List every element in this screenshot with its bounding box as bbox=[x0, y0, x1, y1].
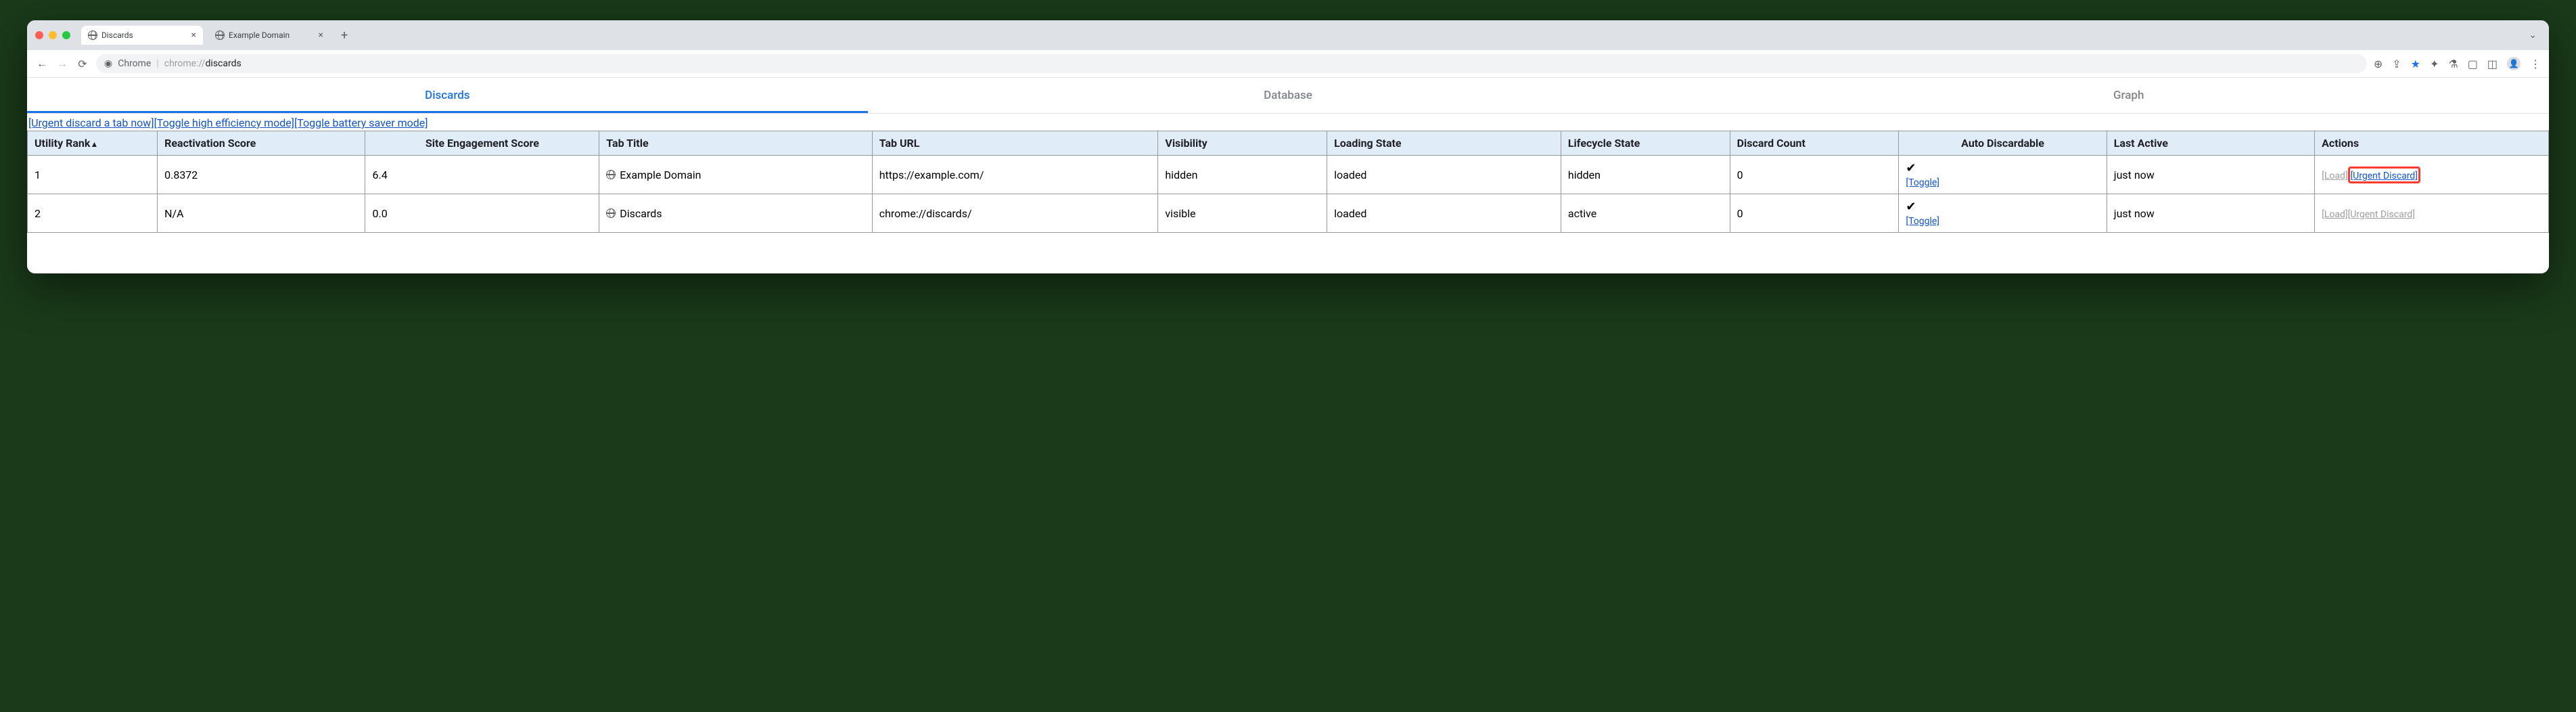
cell-visibility: visible bbox=[1158, 194, 1327, 233]
col-loading[interactable]: Loading State bbox=[1327, 131, 1561, 156]
cell-lifecycle: active bbox=[1561, 194, 1730, 233]
cell-rank: 1 bbox=[28, 156, 158, 194]
sidepanel-icon[interactable]: ◫ bbox=[2487, 58, 2498, 70]
col-tab-url[interactable]: Tab URL bbox=[872, 131, 1158, 156]
toggle-auto-discard-link[interactable]: [Toggle] bbox=[1906, 177, 1939, 188]
cell-actions: [Load][Urgent Discard] bbox=[2315, 194, 2549, 233]
table-row: 2 N/A 0.0 Discards chrome://discards/ vi… bbox=[28, 194, 2549, 233]
chromecast-icon[interactable]: ▢ bbox=[2468, 58, 2478, 70]
tab-title: Example Domain bbox=[229, 30, 290, 40]
cell-reactivation: 0.8372 bbox=[158, 156, 365, 194]
cell-tab-title: Example Domain bbox=[599, 156, 872, 194]
toggle-battery-saver-link[interactable]: [Toggle battery saver mode] bbox=[294, 116, 428, 129]
sort-asc-icon: ▲ bbox=[90, 139, 98, 149]
extensions-icon[interactable]: ✦ bbox=[2430, 58, 2439, 70]
chevron-down-icon[interactable]: ⌄ bbox=[2529, 30, 2541, 41]
kebab-menu-icon[interactable]: ⋮ bbox=[2530, 58, 2541, 70]
col-lifecycle[interactable]: Lifecycle State bbox=[1561, 131, 1730, 156]
browser-window: Discards × Example Domain × + ⌄ ← → ⟳ ◉ … bbox=[27, 20, 2549, 273]
new-tab-button[interactable]: + bbox=[336, 28, 353, 43]
globe-icon bbox=[215, 30, 225, 40]
urgent-discard-now-link[interactable]: [Urgent discard a tab now] bbox=[28, 116, 154, 129]
urgent-discard-highlight: [Urgent Discard] bbox=[2348, 166, 2420, 183]
table-row: 1 0.8372 6.4 Example Domain https://exam… bbox=[28, 156, 2549, 194]
labs-icon[interactable]: ⚗ bbox=[2448, 58, 2458, 70]
toolbar-icons: ⊕ ⇪ ★ ✦ ⚗ ▢ ◫ 👤 ⋮ bbox=[2374, 57, 2541, 70]
traffic-lights bbox=[35, 31, 70, 39]
tab-graph[interactable]: Graph bbox=[1708, 78, 2549, 113]
toolbar: ← → ⟳ ◉ Chrome | chrome://discards ⊕ ⇪ ★… bbox=[27, 50, 2549, 78]
browser-tab-discards[interactable]: Discards × bbox=[81, 26, 203, 45]
cell-loading: loaded bbox=[1327, 156, 1561, 194]
globe-icon bbox=[606, 170, 616, 179]
cell-auto-discard: ✔ [Toggle] bbox=[1899, 194, 2107, 233]
cell-loading: loaded bbox=[1327, 194, 1561, 233]
chrome-icon: ◉ bbox=[104, 58, 112, 69]
close-tab-button[interactable]: × bbox=[191, 30, 196, 41]
col-auto-discard[interactable]: Auto Discardable bbox=[1899, 131, 2107, 156]
maximize-window-button[interactable] bbox=[62, 31, 70, 39]
cell-auto-discard: ✔ [Toggle] bbox=[1899, 156, 2107, 194]
cell-engagement: 0.0 bbox=[365, 194, 599, 233]
discards-table: Utility Rank▲ Reactivation Score Site En… bbox=[27, 131, 2549, 233]
col-visibility[interactable]: Visibility bbox=[1158, 131, 1327, 156]
cell-reactivation: N/A bbox=[158, 194, 365, 233]
toggle-high-efficiency-link[interactable]: [Toggle high efficiency mode] bbox=[154, 116, 294, 129]
titlebar: Discards × Example Domain × + ⌄ bbox=[27, 20, 2549, 50]
cell-engagement: 6.4 bbox=[365, 156, 599, 194]
cell-rank: 2 bbox=[28, 194, 158, 233]
forward-button[interactable]: → bbox=[55, 57, 69, 70]
globe-icon bbox=[606, 208, 616, 218]
col-tab-title[interactable]: Tab Title bbox=[599, 131, 872, 156]
load-action-link[interactable]: [Load] bbox=[2322, 171, 2347, 181]
cell-lifecycle: hidden bbox=[1561, 156, 1730, 194]
col-utility-rank[interactable]: Utility Rank▲ bbox=[28, 131, 158, 156]
cell-last-active: just now bbox=[2107, 194, 2314, 233]
cell-tab-url: chrome://discards/ bbox=[872, 194, 1158, 233]
omnibox-chrome-label: Chrome bbox=[118, 58, 151, 69]
cell-last-active: just now bbox=[2107, 156, 2314, 194]
check-icon: ✔ bbox=[1906, 161, 1916, 175]
load-action-link[interactable]: [Load] bbox=[2322, 209, 2347, 220]
col-engagement[interactable]: Site Engagement Score bbox=[365, 131, 599, 156]
nav-tabs: Discards Database Graph bbox=[27, 78, 2549, 114]
toggle-auto-discard-link[interactable]: [Toggle] bbox=[1906, 216, 1939, 227]
page-content: Discards Database Graph [Urgent discard … bbox=[27, 78, 2549, 273]
zoom-icon[interactable]: ⊕ bbox=[2374, 58, 2383, 70]
top-actions: [Urgent discard a tab now][Toggle high e… bbox=[27, 114, 2549, 131]
cell-actions: [Load] [Urgent Discard] bbox=[2315, 156, 2549, 194]
cell-tab-title: Discards bbox=[599, 194, 872, 233]
close-window-button[interactable] bbox=[35, 31, 43, 39]
tab-title: Discards bbox=[101, 30, 133, 40]
omnibox-url: chrome://discards bbox=[164, 58, 242, 69]
tab-discards[interactable]: Discards bbox=[27, 78, 868, 113]
globe-icon bbox=[88, 30, 97, 40]
col-actions[interactable]: Actions bbox=[2315, 131, 2549, 156]
urgent-discard-action-link[interactable]: [Urgent Discard] bbox=[2351, 171, 2418, 181]
cell-tab-url: https://example.com/ bbox=[872, 156, 1158, 194]
bookmark-star-icon[interactable]: ★ bbox=[2411, 58, 2420, 70]
close-tab-button[interactable]: × bbox=[319, 30, 323, 41]
back-button[interactable]: ← bbox=[35, 57, 49, 70]
cell-discard-count: 0 bbox=[1730, 194, 1899, 233]
cell-discard-count: 0 bbox=[1730, 156, 1899, 194]
col-discard-count[interactable]: Discard Count bbox=[1730, 131, 1899, 156]
col-last-active[interactable]: Last Active bbox=[2107, 131, 2314, 156]
cell-visibility: hidden bbox=[1158, 156, 1327, 194]
share-icon[interactable]: ⇪ bbox=[2392, 58, 2401, 70]
check-icon: ✔ bbox=[1906, 200, 1916, 214]
tab-database[interactable]: Database bbox=[868, 78, 1709, 113]
profile-avatar[interactable]: 👤 bbox=[2507, 57, 2521, 70]
col-reactivation[interactable]: Reactivation Score bbox=[158, 131, 365, 156]
reload-button[interactable]: ⟳ bbox=[76, 58, 89, 70]
browser-tab-example[interactable]: Example Domain × bbox=[208, 26, 330, 45]
omnibox[interactable]: ◉ Chrome | chrome://discards bbox=[96, 54, 2367, 73]
urgent-discard-action-link[interactable]: [Urgent Discard] bbox=[2348, 209, 2415, 220]
minimize-window-button[interactable] bbox=[49, 31, 57, 39]
